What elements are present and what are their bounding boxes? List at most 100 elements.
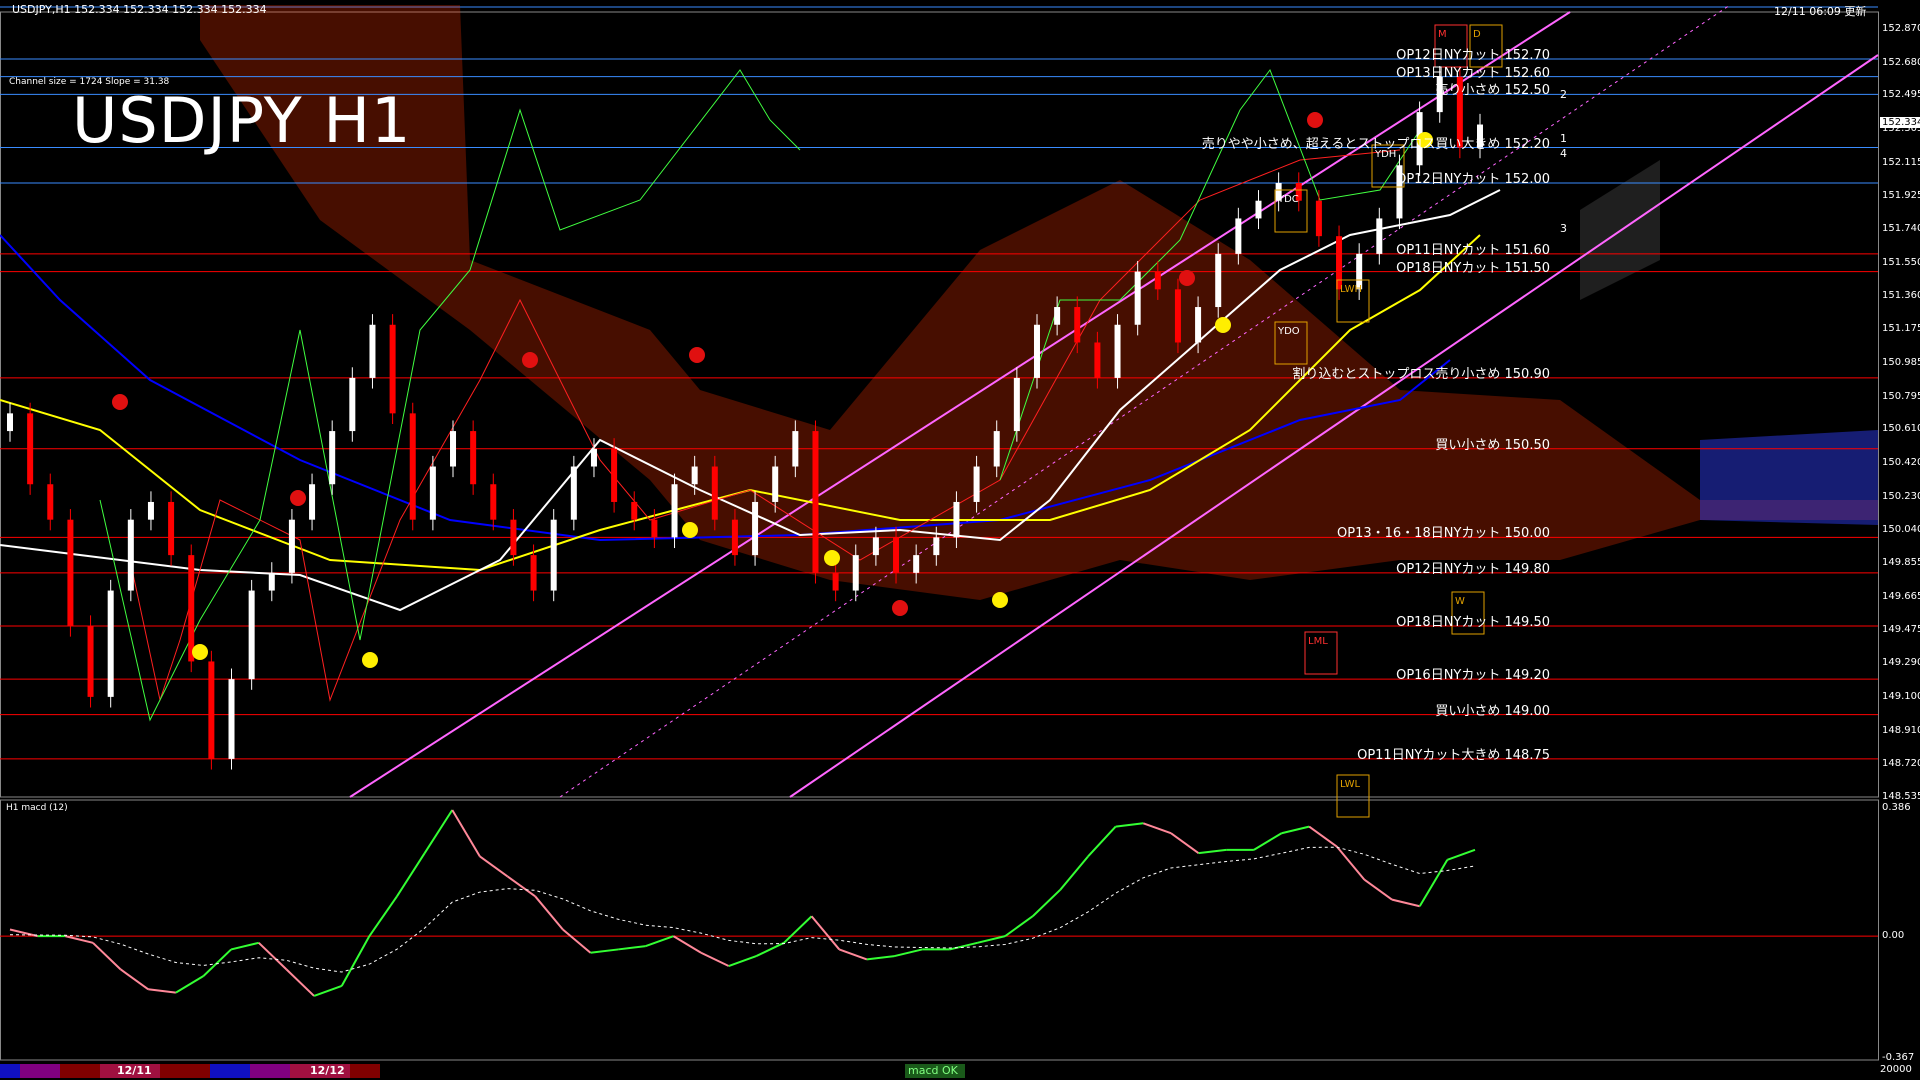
macd-segment [1142, 822, 1172, 835]
macd-segment [949, 941, 978, 951]
macd-segment [866, 955, 895, 961]
candle-bear [711, 466, 718, 520]
candle-bull [1215, 253, 1222, 308]
candle-bull [1114, 324, 1121, 378]
price-level-label: OP12日NYカット 152.70 [1396, 47, 1550, 63]
price-level-label: 割り込むとストップロス売り小さめ 150.90 [1292, 366, 1550, 382]
candle-bull [671, 484, 678, 538]
chart-canvas[interactable]: YDHYDCYDOLWHLMLLWLMWD2143 [0, 0, 1920, 1080]
macd-segment [700, 951, 730, 967]
y-tick-label: 150.040 [1882, 524, 1920, 536]
candle-bear [893, 537, 900, 573]
marker-box-label: M [1438, 29, 1447, 40]
macd-segment [1059, 855, 1089, 891]
y-tick-label: 150.610 [1882, 423, 1920, 435]
macd-segment [506, 875, 536, 898]
buy-signal-icon [1215, 317, 1231, 333]
candle-bull [248, 590, 255, 680]
macd-segment [1308, 825, 1338, 848]
candle-bull [570, 466, 577, 520]
y-tick-label: 148.720 [1882, 758, 1920, 770]
macd-segment [755, 941, 785, 957]
price-level-label: 買い小さめ 149.00 [1435, 703, 1550, 719]
price-level-label: 買い小さめ 150.50 [1435, 437, 1550, 453]
macd-segment [672, 935, 702, 954]
candle-bear [631, 501, 638, 520]
candle-bear [812, 431, 819, 573]
current-price-label: 152.334 [1880, 116, 1920, 128]
marker-box-label: LWH [1340, 284, 1362, 295]
cloud-future-blue [1700, 430, 1878, 525]
candle-bear [510, 519, 517, 556]
candle-bull [590, 448, 597, 467]
timeline-tab[interactable] [60, 1064, 100, 1078]
marker-box-label: YDO [1277, 326, 1300, 337]
candle-bull [1054, 307, 1061, 325]
candle-bear [27, 413, 34, 485]
marker-box-label: YDC [1277, 194, 1299, 205]
candle-bear [47, 484, 54, 520]
macd-segment [202, 948, 232, 977]
y-tick-label: 149.100 [1882, 690, 1920, 702]
macd-label: H1 macd (12) [6, 803, 68, 813]
candle-bull [309, 484, 316, 520]
macd-y-tick: -0.367 [1882, 1052, 1915, 1063]
macd-segment [1032, 888, 1062, 917]
y-tick-label: 150.795 [1882, 390, 1920, 402]
candle-bear [1174, 289, 1181, 343]
candle-bull [147, 501, 154, 520]
candle-bear [409, 413, 416, 520]
macd-y-tick: 0.386 [1882, 802, 1911, 813]
candle-bull [1255, 200, 1262, 219]
candle-bear [651, 519, 658, 538]
date-label-1211: 12/11 [117, 1064, 152, 1077]
trend-marker: 4 [1560, 147, 1567, 160]
symbol-info: USDJPY,H1 152.334 152.334 152.334 152.33… [12, 3, 267, 16]
macd-segment [1198, 848, 1227, 855]
candle-bull [1134, 271, 1141, 325]
price-level-label: OP11日NYカット大きめ 148.75 [1357, 747, 1550, 763]
macd-segment [1447, 848, 1476, 861]
y-tick-label: 151.360 [1882, 290, 1920, 302]
candle-bull [107, 590, 114, 697]
candle-bear [168, 501, 175, 556]
candle-bull [1235, 218, 1242, 254]
y-tick-label: 152.870 [1882, 22, 1920, 34]
buy-signal-icon [362, 652, 378, 668]
price-level-label: 売り小さめ 152.50 [1435, 83, 1550, 99]
macd-segment [590, 948, 619, 954]
candle-bear [389, 324, 396, 414]
timeline-tab[interactable] [350, 1064, 380, 1078]
y-tick-label: 151.925 [1882, 190, 1920, 202]
timeline-tab[interactable] [20, 1064, 60, 1078]
candle-bear [611, 448, 618, 502]
macd-segment [340, 935, 371, 987]
marker-box-label: LWL [1340, 779, 1361, 790]
candle-bear [490, 484, 497, 520]
price-level-label: OP13・16・18日NYカット 150.00 [1337, 526, 1550, 542]
macd-segment [1170, 832, 1200, 854]
y-tick-label: 149.665 [1882, 590, 1920, 602]
candle-bear [530, 555, 537, 591]
y-tick-label: 152.115 [1882, 156, 1920, 168]
y-tick-label: 148.535 [1882, 791, 1920, 802]
macd-segment [1363, 878, 1393, 901]
candle-bull [792, 431, 799, 467]
marker-box-label: D [1473, 29, 1481, 40]
macd-bottom-label: 20000 [1880, 1064, 1912, 1075]
timeline-tab[interactable] [0, 1064, 20, 1078]
y-tick-label: 150.420 [1882, 456, 1920, 468]
price-level-label: OP12日NYカット 152.00 [1396, 171, 1550, 187]
candle-bull [349, 377, 356, 432]
timeline-tab[interactable] [160, 1064, 210, 1078]
timeline-tab[interactable] [210, 1064, 250, 1078]
y-tick-label: 151.740 [1882, 223, 1920, 235]
sell-signal-icon [1179, 270, 1195, 286]
candle-bear [188, 555, 195, 662]
trend-marker: 2 [1560, 88, 1567, 101]
y-tick-label: 152.495 [1882, 89, 1920, 101]
macd-segment [1115, 822, 1144, 828]
macd-segment [1336, 845, 1366, 881]
timeline-tab[interactable] [250, 1064, 290, 1078]
macd-segment [562, 928, 592, 954]
